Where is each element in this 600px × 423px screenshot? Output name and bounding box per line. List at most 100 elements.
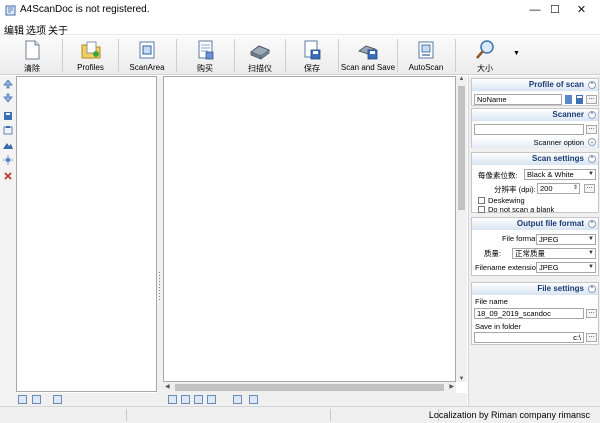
window-title: A4ScanDoc is not registered.: [20, 4, 150, 15]
filename-extension-label: Filename extension:: [475, 263, 543, 272]
save-button[interactable]: 保存: [286, 37, 338, 74]
save-page-icon[interactable]: [3, 111, 13, 121]
clear-document-icon: [25, 40, 40, 60]
dropdown-arrow-icon: ▼: [588, 236, 594, 242]
profiles-folder-icon: [81, 41, 100, 59]
horizontal-scroll-thumb[interactable]: [175, 384, 444, 391]
profile-book-icon[interactable]: [564, 94, 573, 105]
scan-settings-header[interactable]: Scan settings ⌃: [472, 153, 598, 165]
scanarea-button[interactable]: ScanArea: [119, 37, 175, 74]
profiles-button[interactable]: Profiles: [63, 37, 118, 74]
toolbar: 清除 Profiles ScanArea 购买 扫描仪 保存 Scan and …: [0, 36, 600, 75]
zoom-button[interactable]: 大小: [456, 37, 514, 74]
view-fit-width-icon[interactable]: [181, 395, 190, 404]
file-format-select[interactable]: JPEG ▼: [536, 234, 596, 245]
move-up-icon[interactable]: [3, 79, 13, 89]
file-format-label: File format: [502, 234, 538, 243]
bits-per-pixel-label: 每像素位数:: [478, 171, 518, 180]
deskew-checkbox[interactable]: [478, 197, 485, 204]
dropdown-arrow-icon: ▼: [588, 264, 594, 270]
scroll-up-icon[interactable]: ▲: [456, 76, 467, 82]
clipboard-icon[interactable]: [3, 125, 13, 135]
blank-page-label: Do not scan a blank: [488, 205, 555, 214]
menu-about[interactable]: 关于: [48, 22, 68, 37]
menu-options[interactable]: 选项: [26, 22, 46, 37]
autoscan-icon: [418, 41, 434, 59]
dpi-browse-button[interactable]: ...: [584, 183, 595, 193]
clear-button[interactable]: 清除: [2, 37, 62, 74]
scan-and-save-button[interactable]: Scan and Save: [339, 37, 397, 74]
scroll-left-icon[interactable]: ◀: [165, 382, 170, 393]
dropdown-arrow-icon: ▼: [588, 250, 594, 256]
autoscan-button[interactable]: AutoScan: [398, 37, 454, 74]
expand-icon[interactable]: ⌄: [588, 138, 596, 146]
file-name-browse-button[interactable]: ...: [586, 308, 597, 318]
profile-header[interactable]: Profile of scan ⌃: [472, 79, 598, 91]
scanarea-label: ScanArea: [129, 63, 165, 72]
profile-save-icon[interactable]: [575, 94, 584, 105]
brightness-icon[interactable]: [3, 155, 13, 165]
quality-label: 质量:: [484, 249, 502, 258]
status-bar: Localization by Riman company rimansc: [0, 406, 600, 423]
output-format-header[interactable]: Output file format ⌃: [472, 218, 598, 230]
collapse-icon[interactable]: ⌃: [588, 285, 596, 293]
scan-and-save-label: Scan and Save: [340, 63, 396, 72]
collapse-icon[interactable]: ⌃: [588, 155, 596, 163]
close-button[interactable]: ✕: [563, 0, 600, 20]
view-fit-page-icon[interactable]: [194, 395, 203, 404]
profile-browse-button[interactable]: ...: [586, 94, 597, 104]
collapse-icon[interactable]: ⌃: [588, 111, 596, 119]
image-adjust-icon[interactable]: [3, 140, 13, 150]
check-all-icon[interactable]: [18, 395, 27, 404]
vertical-scroll-thumb[interactable]: [458, 86, 465, 210]
file-settings-section: File settings ⌃ File name 18_09_2019_sca…: [471, 282, 599, 345]
quality-select[interactable]: 正常质量 ▼: [512, 248, 596, 259]
dpi-input[interactable]: 200 ⇕: [537, 183, 580, 194]
buy-button[interactable]: 购买: [177, 37, 233, 74]
scanner-option-row[interactable]: Scanner option ⌄: [472, 137, 598, 148]
move-down-icon[interactable]: [3, 93, 13, 103]
scanner-select-field[interactable]: [474, 124, 584, 135]
blank-page-checkbox[interactable]: [478, 206, 485, 213]
preview-vertical-scrollbar[interactable]: ▲ ▼: [456, 76, 467, 382]
save-folder-browse-button[interactable]: ...: [586, 332, 597, 342]
view-actual-icon[interactable]: [207, 395, 216, 404]
spin-icon[interactable]: ⇕: [573, 184, 578, 193]
page-list-panel[interactable]: [16, 76, 157, 392]
file-settings-header[interactable]: File settings ⌃: [472, 283, 598, 295]
delete-icon[interactable]: [3, 171, 13, 181]
scan-area-icon: [139, 41, 155, 59]
scanner-section: Scanner ⌃ ... Scanner option ⌄: [471, 108, 599, 148]
left-tool-strip: [0, 76, 16, 406]
save-icon: [304, 40, 321, 60]
next-page-icon[interactable]: [249, 395, 258, 404]
save-folder-input[interactable]: c:\: [474, 332, 584, 343]
file-name-input[interactable]: 18_09_2019_scandoc: [474, 308, 584, 319]
image-preview-area[interactable]: [163, 76, 456, 382]
collapse-icon[interactable]: ⌃: [588, 81, 596, 89]
grid-view-icon[interactable]: [53, 395, 62, 404]
bits-per-pixel-select[interactable]: Black & White ▼: [524, 169, 596, 180]
uncheck-all-icon[interactable]: [32, 395, 41, 404]
page-list-footer: [16, 393, 157, 406]
preview-footer: [163, 393, 467, 406]
scanner-button[interactable]: 扫描仪: [235, 37, 285, 74]
dropdown-arrow-icon: ▼: [588, 171, 594, 177]
scroll-down-icon[interactable]: ▼: [456, 376, 467, 382]
deskew-label: Deskewing: [488, 196, 525, 205]
preview-horizontal-scrollbar[interactable]: ◀ ▶: [163, 382, 456, 393]
prev-page-icon[interactable]: [233, 395, 242, 404]
profile-name-field[interactable]: NoName: [474, 94, 562, 105]
buy-icon: [198, 40, 214, 60]
title-bar: A4ScanDoc is not registered. — ☐ ✕: [0, 0, 600, 21]
save-folder-label: Save in folder: [475, 322, 521, 331]
filename-extension-select[interactable]: JPEG ▼: [536, 262, 596, 273]
autoscan-label: AutoScan: [408, 63, 444, 72]
menu-edit[interactable]: 编辑: [4, 22, 24, 37]
collapse-icon[interactable]: ⌃: [588, 220, 596, 228]
zoom-dropdown-arrow-icon[interactable]: ▼: [513, 50, 520, 57]
scanner-browse-button[interactable]: ...: [586, 124, 597, 134]
scanner-header[interactable]: Scanner ⌃: [472, 109, 598, 121]
view-single-icon[interactable]: [168, 395, 177, 404]
scroll-right-icon[interactable]: ▶: [449, 382, 454, 393]
